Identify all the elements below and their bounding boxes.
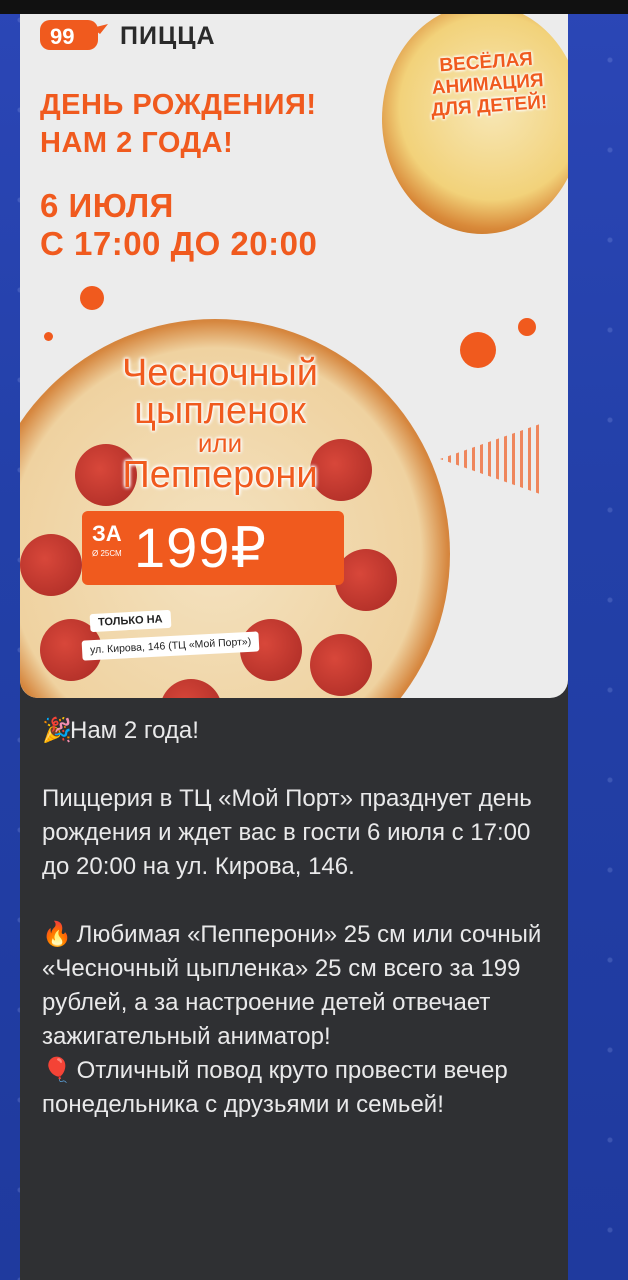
animation-badge: ВЕСЁЛАЯ АНИМАЦИЯ ДЛЯ ДЕТЕЙ! — [410, 47, 567, 131]
pepperoni-slice — [160, 679, 222, 698]
message-title-text: Нам 2 года! — [70, 717, 199, 744]
pepperoni-slice — [335, 549, 397, 611]
balloon-icon: 🎈 — [42, 1057, 72, 1084]
message-text: 🎉Нам 2 года! Пиццерия в ТЦ «Мой Порт» пр… — [42, 714, 552, 1122]
headline-birthday: ДЕНЬ РОЖДЕНИЯ! — [40, 89, 317, 121]
message-bubble[interactable]: 99 ПИЦЦА ВЕСЁЛАЯ АНИМАЦИЯ ДЛЯ ДЕТЕЙ! ДЕН… — [20, 14, 568, 1280]
pizza-name-or: или — [197, 428, 243, 458]
pizza-name-pepperoni: Пепперони — [122, 454, 318, 496]
decor-dot — [518, 318, 536, 336]
price-prefix: ЗА — [92, 521, 122, 546]
event-time: С 17:00 ДО 20:00 — [40, 225, 318, 262]
price-box: ЗА Ø 25СМ 199₽ — [82, 511, 344, 585]
headline-two-years: НАМ 2 ГОДА! — [40, 127, 234, 159]
svg-text:99: 99 — [50, 24, 74, 49]
event-date: 6 ИЮЛЯ — [40, 187, 174, 224]
pepperoni-slice — [20, 534, 82, 596]
decor-dot — [80, 286, 104, 310]
message-paragraph-2: 🔥 Любимая «Пепперони» 25 см или сочный «… — [42, 918, 552, 1054]
brand-logo-icon: 99 — [40, 20, 108, 50]
message-paragraph-3: 🎈 Отличный повод круто провести вечер по… — [42, 1054, 552, 1122]
message-paragraph-3-text: Отличный повод круто провести вечер поне… — [42, 1057, 508, 1118]
brand-name: ПИЦЦА — [120, 22, 216, 50]
decor-stripes — [440, 424, 540, 494]
party-popper-icon: 🎉 — [42, 717, 72, 744]
pizza-name-garlic-chicken-1: Чесночный — [121, 352, 319, 394]
pizza-name-garlic-chicken-2: цыпленок — [134, 390, 306, 432]
message-paragraph-2-text: Любимая «Пепперони» 25 см или сочный «Че… — [42, 921, 542, 1050]
message-paragraph-1: Пиццерия в ТЦ «Мой Порт» празднует день … — [42, 785, 532, 880]
decor-dot — [460, 332, 496, 368]
price-value: 199₽ — [134, 516, 268, 579]
pizza-names: Чесночный цыпленок или Пепперони — [90, 354, 350, 494]
pepperoni-slice — [310, 634, 372, 696]
promo-image[interactable]: 99 ПИЦЦА ВЕСЁЛАЯ АНИМАЦИЯ ДЛЯ ДЕТЕЙ! ДЕН… — [20, 14, 568, 698]
decor-dot — [44, 332, 53, 341]
price-size: Ø 25СМ — [92, 549, 122, 558]
fire-icon: 🔥 — [42, 921, 72, 948]
message-title: 🎉Нам 2 года! — [42, 714, 552, 748]
